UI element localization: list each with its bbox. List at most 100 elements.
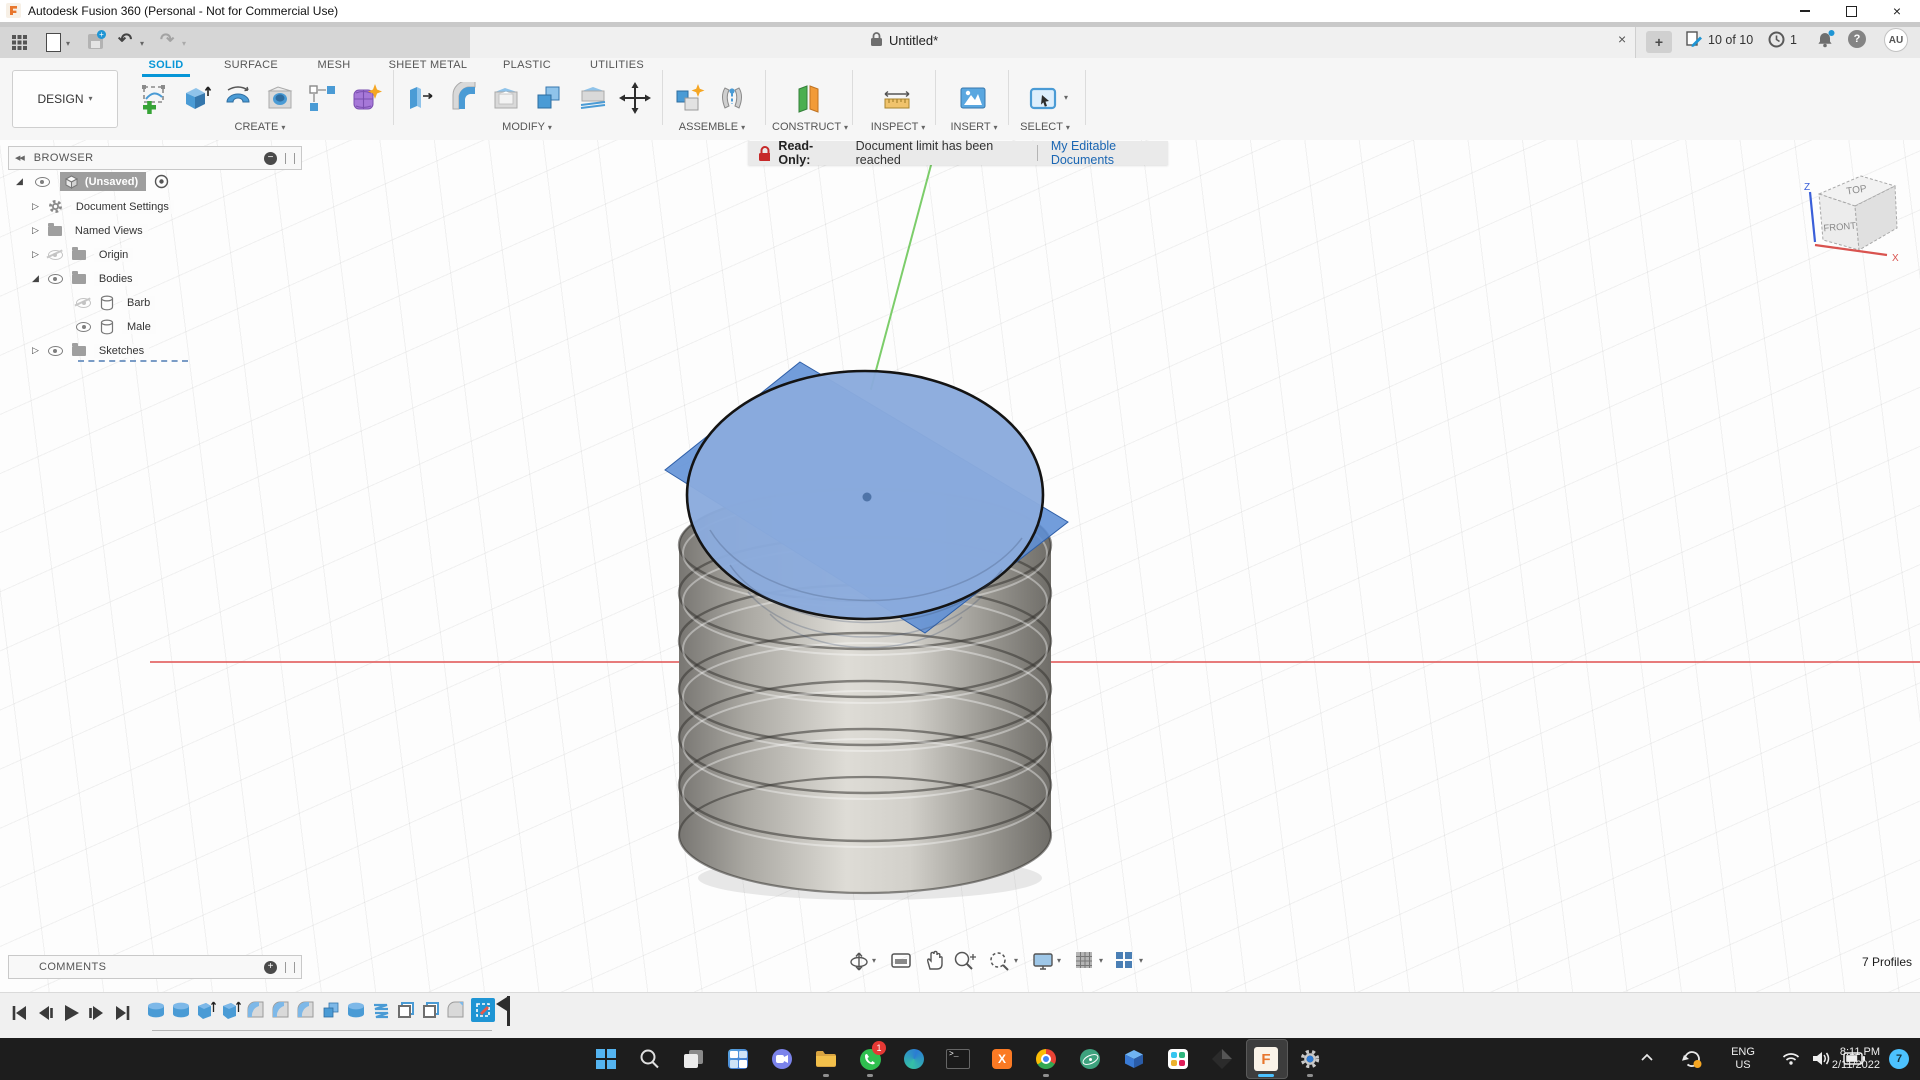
tab-utilities[interactable]: UTILITIES (584, 59, 650, 75)
browser-minimize-icon[interactable]: − (264, 152, 277, 165)
tab-mesh[interactable]: MESH (310, 59, 358, 75)
orbit-icon[interactable] (848, 950, 870, 972)
undo-button[interactable]: ↶ (118, 30, 132, 50)
grid-caret[interactable]: ▾ (1099, 957, 1103, 965)
timeline-feature-extrude-1[interactable] (146, 1000, 166, 1020)
save-button[interactable]: + (88, 34, 103, 49)
timeline-feature-extrude-up-1[interactable] (196, 1000, 216, 1020)
browser-drag-grip[interactable] (285, 153, 295, 164)
atom-icon[interactable] (1076, 1045, 1104, 1073)
minimize-button[interactable] (1782, 0, 1828, 22)
tab-surface[interactable]: SURFACE (218, 59, 284, 75)
builder-cube-icon[interactable] (1120, 1045, 1148, 1073)
timeline-feature-fillet-3[interactable] (296, 1000, 316, 1020)
zoom-icon[interactable] (953, 950, 977, 972)
redo-button[interactable]: ↷ (160, 30, 174, 50)
teams-chat-icon[interactable] (768, 1045, 796, 1073)
display-settings-icon[interactable] (1032, 950, 1054, 972)
browser-item-origin[interactable]: ▷ Origin (32, 245, 133, 264)
timeline-feature-combine[interactable] (321, 1000, 341, 1020)
tab-sheet-metal[interactable]: SHEET METAL (382, 59, 474, 75)
sketch-center-point[interactable] (863, 493, 872, 502)
select-button[interactable] (1025, 79, 1061, 117)
visibility-eye-icon[interactable] (48, 274, 63, 284)
combine-button[interactable] (531, 79, 567, 117)
expander-collapsed-icon[interactable]: ▷ (32, 249, 39, 260)
create-sketch-button[interactable] (137, 79, 173, 117)
display-caret[interactable]: ▾ (1057, 957, 1061, 965)
group-select[interactable]: SELECT ▾ (990, 121, 1100, 136)
editable-documents-link[interactable]: My Editable Documents (1051, 139, 1168, 167)
create-form-button[interactable] (348, 79, 384, 117)
browser-item-barb[interactable]: Barb (76, 293, 155, 312)
new-component-button[interactable] (671, 79, 707, 117)
expander-collapsed-icon[interactable]: ▷ (32, 201, 39, 212)
timeline-step-back-button[interactable] (36, 1004, 54, 1022)
group-create[interactable]: CREATE ▾ (205, 121, 315, 136)
tray-chevron-up-icon[interactable] (1640, 1052, 1654, 1063)
browser-item-sketches[interactable]: ▷ Sketches (32, 341, 149, 360)
tab-plastic[interactable]: PLASTIC (496, 59, 558, 75)
language-indicator[interactable]: ENG US (1726, 1046, 1760, 1072)
chrome-icon[interactable] (1032, 1045, 1060, 1073)
look-at-icon[interactable] (890, 950, 912, 972)
terminal-icon[interactable]: >_ (944, 1045, 972, 1073)
group-modify[interactable]: MODIFY ▾ (472, 121, 582, 136)
offset-face-button[interactable] (575, 79, 611, 117)
group-assemble[interactable]: ASSEMBLE ▾ (657, 121, 767, 136)
timeline-feature-extrude-2[interactable] (171, 1000, 191, 1020)
workspace-selector[interactable]: DESIGN ▾ (12, 70, 118, 128)
view-cube[interactable]: TOP FRONT Z X (1795, 160, 1917, 265)
visibility-eye-off-icon[interactable] (48, 250, 63, 260)
undo-caret[interactable]: ▾ (140, 40, 144, 48)
timeline-feature-fillet-2[interactable] (271, 1000, 291, 1020)
insert-button[interactable] (955, 79, 991, 117)
browser-item-male[interactable]: Male (76, 317, 156, 336)
joint-button[interactable] (714, 79, 750, 117)
visibility-eye-off-icon[interactable] (76, 298, 91, 308)
browser-header[interactable]: ◀◀ BROWSER − (8, 146, 302, 170)
visibility-eye-icon[interactable] (35, 177, 50, 187)
select-caret[interactable]: ▾ (1064, 94, 1068, 102)
settings-gear-icon[interactable] (1296, 1045, 1324, 1073)
construct-plane-button[interactable] (790, 79, 826, 117)
xampp-icon[interactable]: X (988, 1045, 1016, 1073)
version-clock-icon[interactable] (1768, 31, 1785, 48)
viewports-icon[interactable] (1114, 950, 1134, 970)
timeline-step-forward-button[interactable] (88, 1004, 106, 1022)
user-avatar[interactable]: AU (1884, 28, 1908, 52)
extrude-button[interactable] (178, 79, 214, 117)
widgets-icon[interactable] (724, 1045, 752, 1073)
grid-layout-icon[interactable] (1074, 950, 1094, 970)
expander-expanded-icon[interactable]: ◢ (16, 176, 23, 187)
document-tab[interactable] (470, 27, 1636, 58)
fusion-360-taskbar-icon[interactable]: F (1252, 1045, 1280, 1073)
timeline-feature-pattern-2[interactable] (421, 1000, 441, 1020)
activate-radio-icon[interactable] (154, 174, 169, 189)
timeline-go-start-button[interactable] (10, 1004, 28, 1022)
hole-button[interactable] (262, 79, 298, 117)
visibility-eye-icon[interactable] (76, 322, 91, 332)
notification-bell-icon[interactable] (1816, 29, 1836, 49)
fit-caret[interactable]: ▾ (1014, 957, 1018, 965)
press-pull-button[interactable] (402, 79, 438, 117)
browser-item-document-settings[interactable]: ▷ Document Settings (32, 197, 174, 216)
pattern-button[interactable] (304, 79, 340, 117)
timeline-go-end-button[interactable] (114, 1004, 132, 1022)
file-menu-icon[interactable] (46, 33, 61, 52)
slack-icon[interactable] (1164, 1045, 1192, 1073)
search-icon[interactable] (636, 1045, 664, 1073)
tab-close-button[interactable]: × (1618, 31, 1626, 47)
timeline-feature-fillet-4[interactable] (446, 1000, 466, 1020)
timeline-position-marker[interactable] (495, 996, 513, 1026)
pan-hand-icon[interactable] (923, 949, 945, 971)
model-threaded-cylinder[interactable] (630, 330, 1100, 920)
timeline-feature-extrude-3[interactable] (346, 1000, 366, 1020)
expander-collapsed-icon[interactable]: ▷ (32, 345, 39, 356)
revolve-button[interactable] (220, 79, 256, 117)
inkscape-icon[interactable] (1208, 1045, 1236, 1073)
start-button[interactable] (592, 1045, 620, 1073)
browser-item-bodies[interactable]: ◢ Bodies (32, 269, 138, 288)
move-button[interactable] (617, 79, 653, 117)
timeline-feature-pattern-1[interactable] (396, 1000, 416, 1020)
